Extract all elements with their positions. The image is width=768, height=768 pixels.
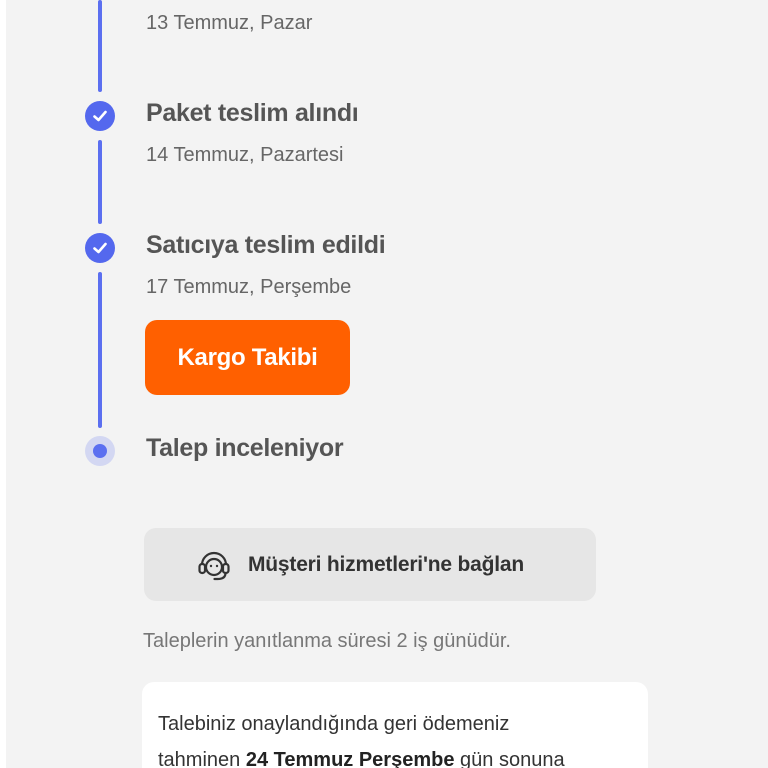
contact-support-label: Müşteri hizmetleri'ne bağlan xyxy=(248,552,524,576)
pending-status-icon xyxy=(85,436,115,466)
cargo-tracking-button[interactable]: Kargo Takibi xyxy=(145,320,350,395)
timeline-connector xyxy=(98,0,102,92)
refund-info-text: tahminen xyxy=(158,749,246,768)
timeline-connector xyxy=(98,272,102,428)
timeline-step-title: Satıcıya teslim edildi xyxy=(146,231,386,259)
timeline-step-date: 13 Temmuz, Pazar xyxy=(146,12,313,34)
check-icon xyxy=(85,233,115,263)
timeline-connector xyxy=(98,140,102,224)
order-status-panel: 13 Temmuz, Pazar Paket teslim alındı 14 … xyxy=(6,0,768,768)
refund-info-line: tahminen 24 Temmuz Perşembe gün sonuna xyxy=(158,742,632,768)
headset-icon xyxy=(194,544,236,586)
refund-date: 24 Temmuz Perşembe xyxy=(245,749,455,768)
refund-info-card: Talebiniz onaylandığında geri ödemeniz t… xyxy=(142,682,648,768)
refund-info-line: Talebiniz onaylandığında geri ödemeniz xyxy=(158,713,510,735)
timeline-step-title: Talep inceleniyor xyxy=(146,434,344,462)
timeline-step-title: Paket teslim alındı xyxy=(146,99,359,127)
timeline-step-date: 14 Temmuz, Pazartesi xyxy=(146,144,344,166)
check-icon xyxy=(85,101,115,131)
refund-info-text: gün sonuna xyxy=(454,749,565,768)
contact-support-button[interactable]: Müşteri hizmetleri'ne bağlan xyxy=(144,528,596,601)
response-time-note: Taleplerin yanıtlanma süresi 2 iş günüdü… xyxy=(143,630,511,652)
timeline-step-date: 17 Temmuz, Perşembe xyxy=(146,276,352,298)
